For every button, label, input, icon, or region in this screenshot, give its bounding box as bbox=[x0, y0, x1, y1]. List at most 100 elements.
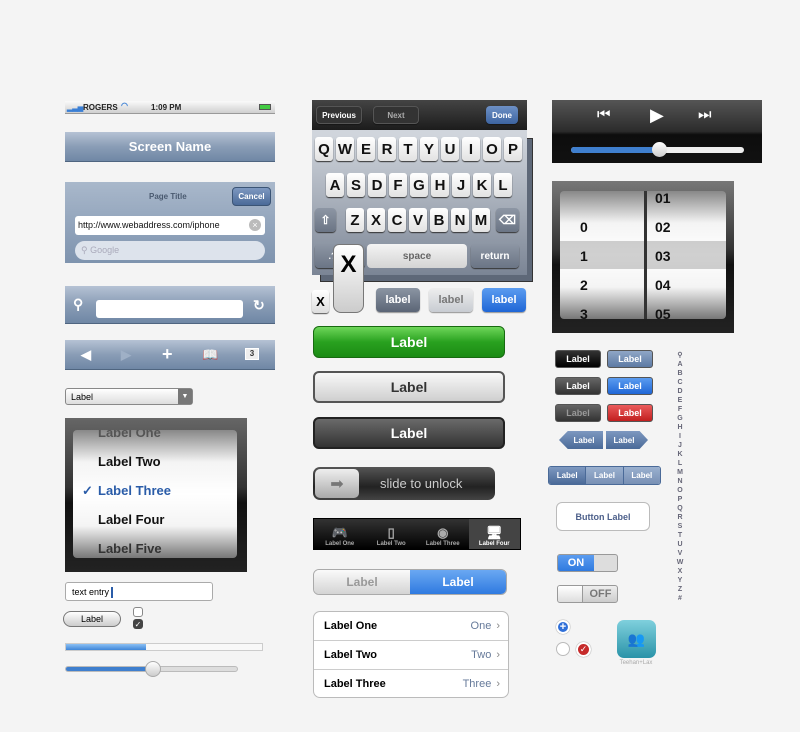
index-letter[interactable]: C bbox=[674, 378, 686, 387]
blue-label-button[interactable]: label bbox=[482, 288, 526, 312]
slider-thumb[interactable] bbox=[145, 661, 162, 677]
index-letter[interactable]: H bbox=[674, 423, 686, 432]
index-letter[interactable]: X bbox=[674, 567, 686, 576]
black-label-button[interactable]: Label bbox=[555, 350, 601, 368]
tag-button-left[interactable]: Label bbox=[559, 431, 603, 449]
index-letter[interactable]: W bbox=[674, 558, 686, 567]
steel-label-button[interactable]: Label bbox=[607, 350, 653, 368]
index-letter[interactable]: S bbox=[674, 522, 686, 531]
index-letter[interactable]: Q bbox=[674, 504, 686, 513]
outline-button[interactable]: Button Label bbox=[556, 502, 650, 531]
key-z[interactable]: Z bbox=[346, 208, 364, 232]
minute-item[interactable]: 02 bbox=[655, 219, 671, 235]
unlock-handle[interactable]: ➡ bbox=[315, 469, 359, 498]
previous-button[interactable]: Previous bbox=[316, 106, 362, 124]
hour-item[interactable]: 0 bbox=[580, 219, 588, 235]
tab-label-four[interactable]: 🖥 Label Four bbox=[468, 519, 520, 549]
index-letter[interactable]: J bbox=[674, 441, 686, 450]
switch-on[interactable]: ON bbox=[557, 554, 618, 572]
play-icon[interactable]: ▶ bbox=[650, 105, 664, 126]
index-letter[interactable]: Y bbox=[674, 576, 686, 585]
segment[interactable]: Label bbox=[622, 467, 660, 484]
gray-button[interactable]: Label bbox=[313, 371, 505, 403]
key-r[interactable]: R bbox=[378, 137, 396, 161]
dark-label-button[interactable]: Label bbox=[555, 377, 601, 395]
text-entry-field[interactable]: text entry bbox=[65, 582, 213, 601]
index-letter[interactable]: N bbox=[674, 477, 686, 486]
index-letter[interactable]: P bbox=[674, 495, 686, 504]
url-field[interactable]: http://www.webaddress.com/iphone × bbox=[75, 216, 265, 235]
light-label-button[interactable]: label bbox=[429, 288, 473, 312]
tab-label-three[interactable]: ◉ Label Three bbox=[417, 519, 469, 549]
key-d[interactable]: D bbox=[368, 173, 386, 197]
key-g[interactable]: G bbox=[410, 173, 428, 197]
index-letter[interactable]: R bbox=[674, 513, 686, 522]
key-o[interactable]: O bbox=[483, 137, 501, 161]
index-letter[interactable]: Z bbox=[674, 585, 686, 594]
key-v[interactable]: V bbox=[409, 208, 427, 232]
dark-label-button[interactable]: label bbox=[376, 288, 420, 312]
segment[interactable]: Label bbox=[585, 467, 623, 484]
slider[interactable] bbox=[65, 661, 238, 677]
switch-off[interactable]: OFF bbox=[557, 585, 618, 603]
key-w[interactable]: W bbox=[336, 137, 354, 161]
minute-item[interactable]: 05 bbox=[655, 306, 671, 319]
key-e[interactable]: E bbox=[357, 137, 375, 161]
picker-wheel[interactable]: Label One Label Two ✓ Label Three Label … bbox=[73, 430, 237, 558]
minute-item[interactable]: 03 bbox=[655, 248, 671, 264]
clear-icon[interactable]: × bbox=[249, 219, 261, 231]
index-letter[interactable]: T bbox=[674, 531, 686, 540]
empty-circle-icon[interactable] bbox=[556, 642, 570, 656]
scrubber-thumb[interactable] bbox=[652, 142, 668, 157]
media-scrubber[interactable] bbox=[571, 142, 744, 157]
back-icon[interactable]: ◀ bbox=[81, 347, 91, 363]
index-letter[interactable]: E bbox=[674, 396, 686, 405]
index-letter[interactable]: D bbox=[674, 387, 686, 396]
table-row[interactable]: Label One One › bbox=[314, 612, 508, 641]
search-icon[interactable]: ⚲ bbox=[674, 351, 686, 360]
picker-item[interactable]: Label Five bbox=[98, 541, 162, 556]
reload-icon[interactable]: ↻ bbox=[253, 297, 265, 314]
key-j[interactable]: J bbox=[452, 173, 470, 197]
tab-label-two[interactable]: ▯ Label Two bbox=[366, 519, 418, 549]
index-letter[interactable]: U bbox=[674, 540, 686, 549]
small-x-key[interactable]: X bbox=[312, 290, 329, 313]
key-f[interactable]: F bbox=[389, 173, 407, 197]
index-letter[interactable]: L bbox=[674, 459, 686, 468]
index-letter[interactable]: I bbox=[674, 432, 686, 441]
search-field[interactable]: ⚲ Google bbox=[75, 241, 265, 260]
cancel-button[interactable]: Cancel bbox=[232, 187, 271, 206]
space-key[interactable]: space bbox=[367, 244, 467, 268]
table-row[interactable]: Label Three Three › bbox=[314, 670, 508, 697]
tabs-icon[interactable]: 3 bbox=[245, 348, 259, 360]
index-letter[interactable]: O bbox=[674, 486, 686, 495]
previous-track-icon[interactable]: ⏮ bbox=[597, 106, 611, 123]
key-y[interactable]: Y bbox=[420, 137, 438, 161]
index-letter[interactable]: K bbox=[674, 450, 686, 459]
index-letter[interactable]: A bbox=[674, 360, 686, 369]
minute-item[interactable]: 04 bbox=[655, 277, 671, 293]
next-button[interactable]: Next bbox=[373, 106, 419, 124]
key-u[interactable]: U bbox=[441, 137, 459, 161]
add-icon[interactable]: + bbox=[162, 344, 173, 365]
segment-right-selected[interactable]: Label bbox=[410, 570, 506, 594]
index-letter[interactable]: # bbox=[674, 594, 686, 603]
hour-item[interactable]: 2 bbox=[580, 277, 588, 293]
dropdown[interactable]: Label ▼ bbox=[65, 388, 193, 405]
return-key[interactable]: return bbox=[471, 244, 519, 268]
key-a[interactable]: A bbox=[326, 173, 344, 197]
key-p[interactable]: P bbox=[504, 137, 522, 161]
add-circle-icon[interactable]: + bbox=[556, 620, 570, 634]
done-button[interactable]: Done bbox=[486, 106, 518, 124]
key-l[interactable]: L bbox=[494, 173, 512, 197]
hour-item[interactable]: 1 bbox=[580, 248, 588, 264]
segment-left[interactable]: Label bbox=[314, 570, 410, 594]
forward-icon[interactable]: ▶ bbox=[121, 347, 131, 363]
search-input[interactable] bbox=[96, 300, 243, 318]
tag-button-right[interactable]: Label bbox=[606, 431, 648, 449]
green-button[interactable]: Label bbox=[313, 326, 505, 358]
shift-key[interactable]: ⇧ bbox=[315, 208, 336, 232]
index-letter[interactable]: F bbox=[674, 405, 686, 414]
picker-item[interactable]: Label One bbox=[98, 430, 161, 440]
key-b[interactable]: B bbox=[430, 208, 448, 232]
